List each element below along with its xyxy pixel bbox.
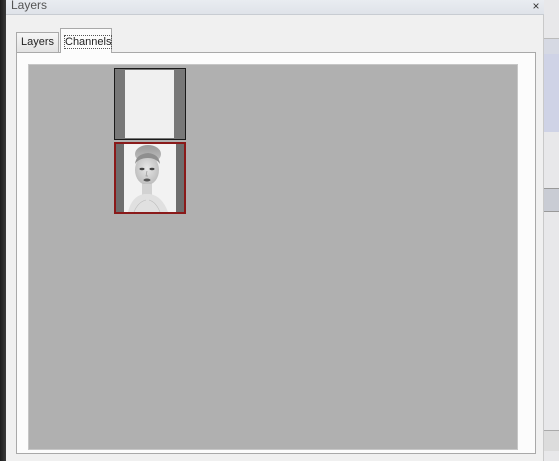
tab-channels-label: Channels bbox=[63, 35, 113, 49]
layers-window: Layers × Layers Channels bbox=[0, 0, 559, 461]
adjacent-block-4 bbox=[544, 430, 559, 451]
tab-layers-label: Layers bbox=[21, 36, 55, 48]
channel-thumbnail-portrait[interactable] bbox=[114, 142, 186, 214]
tab-control: Layers Channels bbox=[16, 28, 536, 454]
layers-panel: Layers × Layers Channels bbox=[6, 0, 544, 461]
channels-tab-page bbox=[16, 52, 536, 454]
portrait-image bbox=[124, 144, 176, 212]
channel-thumbnail-blank[interactable] bbox=[114, 68, 186, 140]
tab-channels[interactable]: Channels bbox=[60, 28, 113, 53]
adjacent-block-1 bbox=[544, 38, 559, 55]
adjacent-block-2 bbox=[544, 54, 559, 132]
channel-list[interactable] bbox=[28, 64, 518, 450]
tab-layers[interactable]: Layers bbox=[16, 32, 59, 52]
title-bar[interactable]: Layers × bbox=[6, 0, 544, 15]
window-title: Layers bbox=[11, 0, 48, 12]
portrait-preview bbox=[124, 144, 176, 212]
adjacent-panel-edge bbox=[544, 0, 559, 461]
close-icon[interactable]: × bbox=[530, 0, 542, 13]
adjacent-block-3 bbox=[544, 188, 559, 212]
blank-preview bbox=[125, 70, 174, 138]
